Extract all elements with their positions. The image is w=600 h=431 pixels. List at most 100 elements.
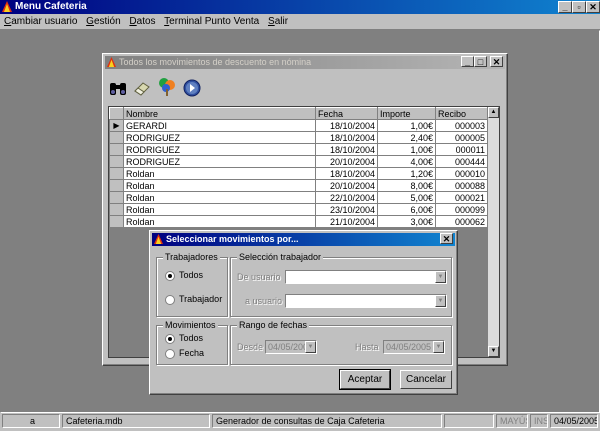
cell-fecha[interactable]: 18/10/2004 (315, 131, 378, 144)
cell-nombre[interactable]: Roldan (123, 167, 316, 180)
cell-importe[interactable]: 4,00€ (377, 155, 436, 168)
cell-recibo[interactable]: 000099 (435, 203, 488, 216)
status-database: Cafeteria.mdb (62, 414, 210, 428)
cell-nombre[interactable]: RODRIGUEZ (123, 131, 316, 144)
dialog-close-button[interactable]: ✕ (440, 233, 453, 244)
movimientos-fecha-label[interactable]: Fecha (179, 348, 204, 358)
binoculars-icon[interactable] (109, 79, 127, 97)
grid-vertical-scrollbar[interactable]: ▲ ▼ (488, 107, 499, 357)
cell-fecha[interactable]: 18/10/2004 (315, 143, 378, 156)
row-selector[interactable] (109, 143, 124, 156)
trabajadores-trabajador-label[interactable]: Trabajador (179, 294, 222, 304)
menu-datos[interactable]: Datos (129, 16, 155, 27)
cell-importe[interactable]: 3,00€ (377, 215, 436, 228)
cell-fecha[interactable]: 21/10/2004 (315, 215, 378, 228)
table-row[interactable]: RODRIGUEZ 18/10/2004 1,00€ 000011 (109, 143, 488, 156)
hasta-date-combo[interactable]: 04/05/2005 ▼ (383, 340, 445, 354)
eraser-icon[interactable] (133, 79, 151, 97)
hasta-label: Hasta (355, 342, 379, 352)
cell-importe[interactable]: 5,00€ (377, 191, 436, 204)
cancelar-button[interactable]: Cancelar (400, 370, 452, 389)
cell-fecha[interactable]: 18/10/2004 (315, 119, 378, 132)
column-header-importe[interactable]: Importe (377, 107, 436, 120)
cell-recibo[interactable]: 000005 (435, 131, 488, 144)
de-usuario-combo[interactable]: ▼ (285, 270, 447, 284)
table-row[interactable]: Roldan 22/10/2004 5,00€ 000021 (109, 191, 488, 204)
chevron-down-icon[interactable]: ▼ (435, 271, 446, 283)
close-button[interactable]: ✕ (586, 1, 600, 13)
cell-fecha[interactable]: 20/10/2004 (315, 179, 378, 192)
row-selector[interactable] (109, 131, 124, 144)
tree-icon[interactable] (157, 77, 177, 97)
cell-fecha[interactable]: 18/10/2004 (315, 167, 378, 180)
row-selector[interactable] (109, 167, 124, 180)
cell-importe[interactable]: 8,00€ (377, 179, 436, 192)
dialog-title-bar[interactable]: Seleccionar movimientos por... ✕ (152, 233, 455, 246)
restore-button[interactable]: ▫ (572, 1, 586, 13)
row-selector[interactable]: ▶ (109, 119, 124, 132)
cell-fecha[interactable]: 22/10/2004 (315, 191, 378, 204)
trabajadores-todos-label[interactable]: Todos (179, 270, 203, 280)
desde-date-combo[interactable]: 04/05/2005 ▼ (265, 340, 317, 354)
aceptar-button[interactable]: Aceptar (339, 369, 391, 390)
window-maximize-button[interactable]: □ (474, 56, 487, 67)
cell-nombre[interactable]: RODRIGUEZ (123, 155, 316, 168)
a-usuario-combo[interactable]: ▼ (285, 294, 447, 308)
menu-gestion[interactable]: Gestión (86, 16, 120, 27)
row-selector[interactable] (109, 215, 124, 228)
cell-recibo[interactable]: 000010 (435, 167, 488, 180)
table-row[interactable]: Roldan 23/10/2004 6,00€ 000099 (109, 203, 488, 216)
cell-importe[interactable]: 6,00€ (377, 203, 436, 216)
chevron-down-icon[interactable]: ▼ (435, 295, 446, 307)
minimize-button[interactable]: _ (558, 1, 572, 13)
app-title-bar[interactable]: Menu Cafeteria _ ▫ ✕ (0, 0, 600, 14)
cell-nombre[interactable]: Roldan (123, 179, 316, 192)
movements-window-title-bar[interactable]: Todos los movimientos de descuento en nó… (105, 56, 505, 69)
cell-nombre[interactable]: RODRIGUEZ (123, 143, 316, 156)
cell-recibo[interactable]: 000003 (435, 119, 488, 132)
trabajadores-todos-radio[interactable] (165, 271, 175, 281)
row-selector[interactable] (109, 155, 124, 168)
movimientos-todos-radio[interactable] (165, 334, 175, 344)
scroll-down-button[interactable]: ▼ (488, 346, 499, 357)
chevron-down-icon[interactable]: ▼ (305, 341, 316, 353)
cell-importe[interactable]: 1,00€ (377, 143, 436, 156)
cell-nombre[interactable]: GERARDI (123, 119, 316, 132)
cell-recibo[interactable]: 000011 (435, 143, 488, 156)
cell-fecha[interactable]: 23/10/2004 (315, 203, 378, 216)
cell-recibo[interactable]: 000021 (435, 191, 488, 204)
menu-terminal-punto-venta[interactable]: Terminal Punto Venta (164, 16, 259, 27)
column-header-recibo[interactable]: Recibo (435, 107, 488, 120)
movimientos-fecha-radio[interactable] (165, 349, 175, 359)
table-row[interactable]: Roldan 20/10/2004 8,00€ 000088 (109, 179, 488, 192)
row-selector[interactable] (109, 191, 124, 204)
table-row[interactable]: ▶ GERARDI 18/10/2004 1,00€ 000003 (109, 119, 488, 132)
table-row[interactable]: Roldan 21/10/2004 3,00€ 000062 (109, 215, 488, 228)
movimientos-todos-label[interactable]: Todos (179, 333, 203, 343)
table-row[interactable]: RODRIGUEZ 20/10/2004 4,00€ 000444 (109, 155, 488, 168)
cell-nombre[interactable]: Roldan (123, 215, 316, 228)
table-row[interactable]: RODRIGUEZ 18/10/2004 2,40€ 000005 (109, 131, 488, 144)
chevron-down-icon[interactable]: ▼ (433, 341, 444, 353)
cell-fecha[interactable]: 20/10/2004 (315, 155, 378, 168)
cell-recibo[interactable]: 000088 (435, 179, 488, 192)
row-selector[interactable] (109, 203, 124, 216)
cell-recibo[interactable]: 000444 (435, 155, 488, 168)
menu-salir[interactable]: Salir (268, 16, 288, 27)
window-close-button[interactable]: ✕ (490, 56, 503, 67)
table-row[interactable]: Roldan 18/10/2004 1,20€ 000010 (109, 167, 488, 180)
cell-recibo[interactable]: 000062 (435, 215, 488, 228)
cell-importe[interactable]: 1,00€ (377, 119, 436, 132)
trabajadores-trabajador-radio[interactable] (165, 295, 175, 305)
cell-nombre[interactable]: Roldan (123, 191, 316, 204)
cell-importe[interactable]: 2,40€ (377, 131, 436, 144)
menu-cambiar-usuario[interactable]: Cambiar usuario (4, 16, 77, 27)
column-header-fecha[interactable]: Fecha (315, 107, 378, 120)
cell-nombre[interactable]: Roldan (123, 203, 316, 216)
row-selector[interactable] (109, 179, 124, 192)
window-minimize-button[interactable]: _ (461, 56, 474, 67)
forward-arrow-icon[interactable] (183, 79, 201, 97)
column-header-nombre[interactable]: Nombre (123, 107, 316, 120)
cell-importe[interactable]: 1,20€ (377, 167, 436, 180)
scroll-up-button[interactable]: ▲ (488, 107, 499, 118)
